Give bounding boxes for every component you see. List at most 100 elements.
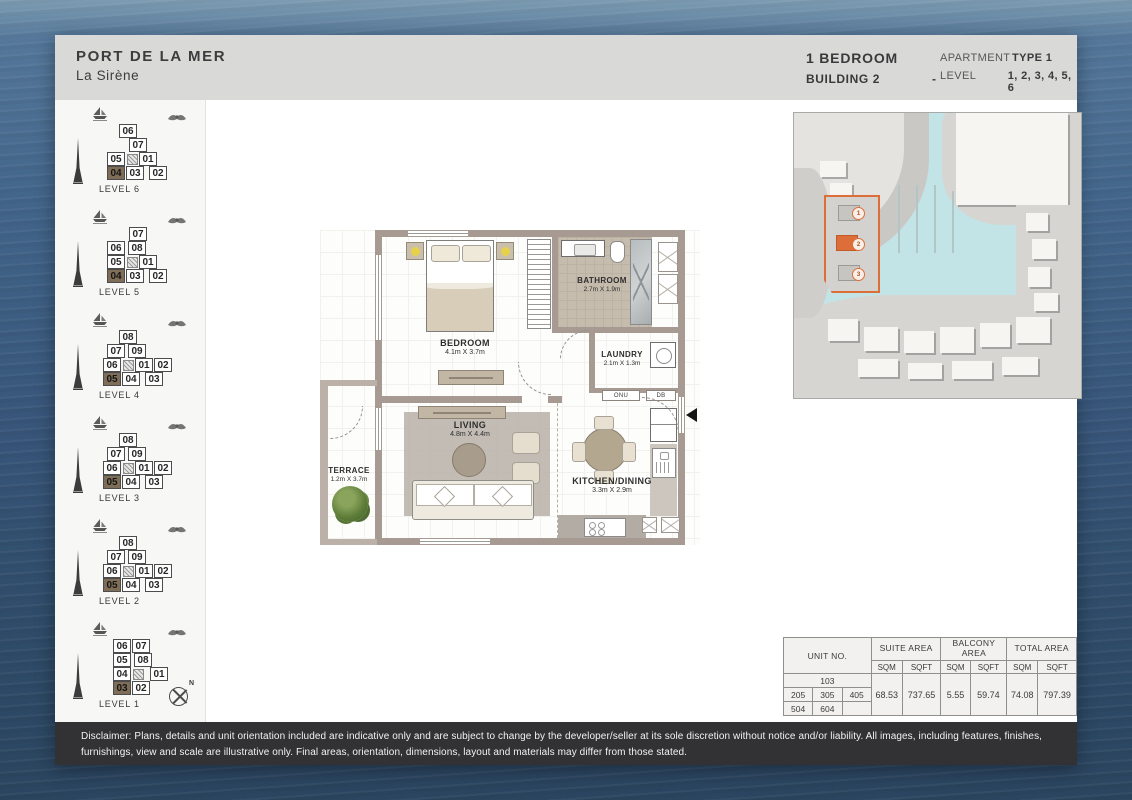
unit-cell: 09 [128,550,146,564]
spire-icon [73,447,83,498]
unit-cell: 08 [128,241,146,255]
level-keyplan: 0706080501040302LEVEL 5 [55,203,205,306]
unit-cell: 06 [103,461,121,475]
site-marker-1: 1 [852,207,865,220]
unit-cell: 06 [119,124,137,138]
header-band: PORT DE LA MER La Sirène 1 BEDROOM BUILD… [55,35,1077,100]
spire-icon [73,344,83,395]
stair-core-icon [127,257,138,268]
unit-cell: 205 [784,688,813,702]
unit-cell: 06 [107,241,125,255]
suite-sqft: 737.65 [902,674,941,716]
unit-cell-highlighted: 04 [107,166,125,180]
header-dash: - [932,72,937,86]
spire-icon [73,653,83,704]
unit-cell: 05 [113,653,131,667]
bedroom-window [408,231,468,236]
toilet [610,241,625,263]
bed [426,240,494,332]
bedroom-label: BEDROOM4.1m X 3.7m [405,338,525,358]
unit-cell: 08 [119,330,137,344]
unit-cell: 02 [149,269,167,283]
unit-cell: 03 [145,475,163,489]
site-marker-3: 3 [852,268,865,281]
unit-cell: 07 [107,344,125,358]
linen-closet-2 [658,274,678,304]
unit-cell: 03 [145,372,163,386]
unit-cell: 07 [132,639,150,653]
laundry-label: LAUNDRY2.1m X 1.3m [592,350,652,368]
unit-cell: 04 [113,667,131,681]
unit-cell: 05 [107,152,125,166]
linen-closet [658,242,678,272]
onu-box: ONU [602,390,640,401]
unit-cell: 06 [113,639,131,653]
total-area-header: TOTAL AREA [1007,638,1077,661]
unit-cell: 02 [154,461,172,475]
unit-cell: 405 [842,688,871,702]
unit-area-table: UNIT NO. SUITE AREA BALCONY AREA TOTAL A… [783,637,1077,716]
unit-cell: 07 [107,550,125,564]
sqft-header: SQFT [1038,661,1077,674]
unit-cell: 01 [150,667,168,681]
unit-cell [842,702,871,716]
site-location-map: 1 2 3 [793,112,1082,399]
level-values: 1, 2, 3, 4, 5, 6 [1008,70,1077,94]
unit-cell: 504 [784,702,813,716]
nightstand-left [406,242,424,260]
sqft-header: SQFT [902,661,941,674]
apartment-type: TYPE 1 [1012,52,1052,64]
level-keyplan: 080709060102050403LEVEL 4 [55,306,205,409]
unit-cell: 03 [126,166,144,180]
living-label: LIVING4.8m X 4.4m [410,420,530,440]
unit-cell: 103 [784,674,872,688]
spire-icon [73,550,83,601]
dresser [438,370,504,385]
stair-core-icon [133,669,144,680]
sofa [412,480,534,520]
site-marker-2: 2 [852,238,865,251]
sqm-header: SQM [871,661,902,674]
unit-cell: 06 [103,358,121,372]
tv-console [418,406,506,419]
unit-cell-highlighted: 05 [103,475,121,489]
sink-basin-1 [642,517,657,533]
unit-cell: 01 [139,152,157,166]
level-caption: LEVEL 3 [99,493,140,503]
unit-no-header: UNIT NO. [784,638,872,674]
terrace-door [376,408,381,450]
nightstand-right [496,242,514,260]
bathroom-sink [561,240,605,257]
dining-chair-e [622,442,636,462]
unit-cell: 01 [135,461,153,475]
unit-cell: 04 [122,475,140,489]
unit-cell: 604 [813,702,842,716]
level-caption: LEVEL 2 [99,596,140,606]
sqm-header: SQM [1007,661,1038,674]
total-sqm: 74.08 [1007,674,1038,716]
unit-cell: 01 [139,255,157,269]
level-caption: LEVEL 1 [99,699,140,709]
spire-icon [73,241,83,292]
level-keyplan: 080709060102050403LEVEL 3 [55,409,205,512]
dining-chair-n [594,416,614,430]
unit-cell: 07 [129,138,147,152]
terrace-label: TERRACE1.2m X 3.7m [322,466,376,484]
unit-cell: 08 [134,653,152,667]
stair-core-icon [123,566,134,577]
unit-cell: 03 [126,269,144,283]
balcony-area-header: BALCONY AREA [941,638,1007,661]
dining-table [583,428,627,472]
unit-cell: 305 [813,688,842,702]
bedroom-side-window [376,255,381,340]
level-keyplan: 080709060102050403LEVEL 2 [55,512,205,615]
unit-cell: 06 [103,564,121,578]
stair-core-icon [123,463,134,474]
unit-cell: 03 [145,578,163,592]
bathroom-label: BATHROOM2.7m X 1.9m [552,276,652,294]
unit-cell: 08 [119,536,137,550]
floor-plan: ONU DB [320,230,700,545]
entry-opening [679,397,684,433]
washing-machine [650,342,676,368]
stair-core-icon [123,360,134,371]
